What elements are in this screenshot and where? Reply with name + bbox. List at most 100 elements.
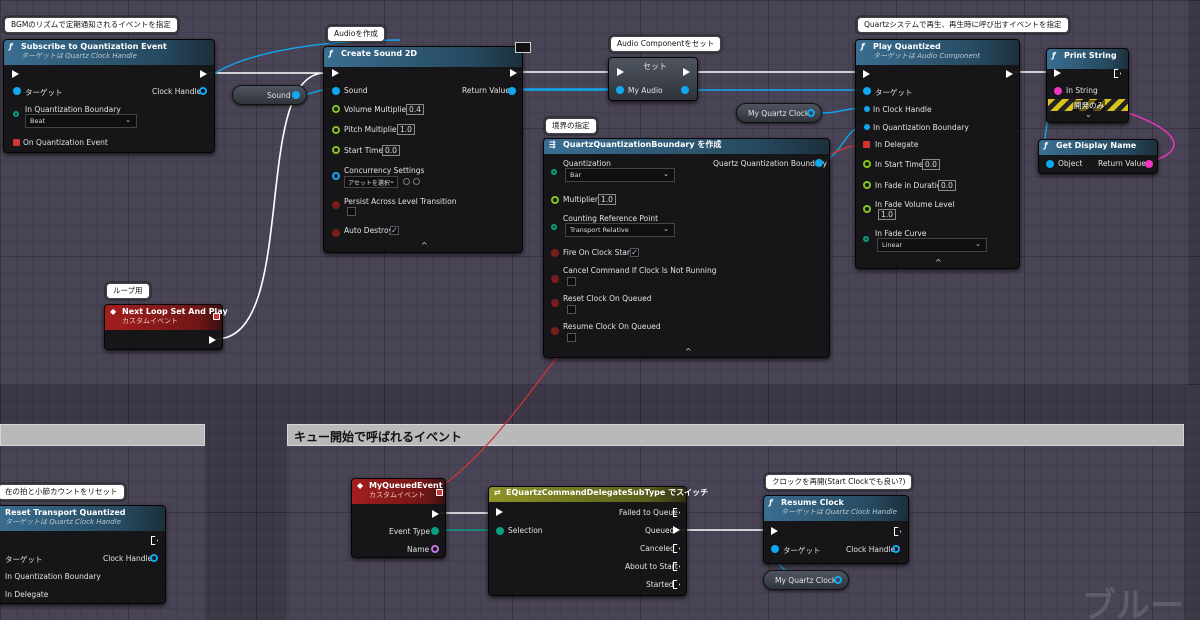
persist-checkbox[interactable] [347,207,356,216]
exec-out-pin[interactable] [683,68,690,76]
fade-duration-pin[interactable] [863,181,871,189]
fade-volume-pin[interactable] [863,205,871,213]
exec-in-pin[interactable] [863,70,870,78]
exec-in-pin[interactable] [12,70,19,78]
concurrency-pin[interactable] [332,172,340,180]
comment-bubble-subscribe[interactable]: BGMのリズムで定期通知されるイベントを指定 [4,17,178,33]
delegate-in-pin[interactable] [863,141,870,148]
object-pin[interactable] [1046,160,1054,168]
exec-out-pin[interactable] [1114,69,1121,78]
fire-on-start-pin[interactable] [551,249,559,257]
boundary-combo[interactable]: Beat ⌄ [25,114,137,128]
variable-my-quartz-clock[interactable]: My Quartz Clock [763,570,849,590]
selection-pin[interactable] [496,527,504,535]
exec-out-pin[interactable] [432,510,439,518]
fade-curve-combo[interactable]: Linear ⌄ [877,238,987,252]
pitch-value[interactable]: 1.0 [397,124,415,135]
collapse-caret-icon[interactable]: ^ [935,258,942,267]
comment-bubble-resume[interactable]: クロックを再開(Start Clockでも良い?) [765,474,913,490]
start-time-pin[interactable] [863,160,871,168]
reset-on-queued-pin[interactable] [551,299,559,307]
event-type-pin[interactable] [431,527,439,535]
name-pin[interactable] [431,545,439,553]
target-pin[interactable] [13,87,21,95]
comment-bubble-audio-set[interactable]: Audio Componentをセット [610,36,722,52]
node-next-loop-event[interactable]: ◆ Next Loop Set And Play カスタムイベント [104,304,228,350]
boundary-pin[interactable] [13,111,19,117]
clock-handle-out-pin[interactable] [892,545,900,553]
target-pin[interactable] [863,87,871,95]
start-time-pin[interactable] [332,146,340,154]
resume-on-queued-pin[interactable] [551,327,559,335]
delegate-out-pin[interactable] [436,489,443,496]
in-string-pin[interactable] [1054,87,1062,95]
boundary-out-pin[interactable] [815,159,823,167]
resume-on-queued-checkbox[interactable] [567,333,576,342]
comment-bubble-reset[interactable]: 在の拍と小節カウントをリセット [0,484,125,500]
about-to-start-exec-pin[interactable] [673,562,680,571]
exec-in-pin[interactable] [496,508,503,516]
my-audio-out-pin[interactable] [681,86,689,94]
node-reset-transport[interactable]: Reset Transport Quantized ターゲットは Quartz … [0,505,166,604]
return-value-pin[interactable] [1145,160,1153,168]
auto-destroy-checkbox[interactable]: ✓ [390,226,399,235]
clock-handle-pin[interactable] [864,106,870,112]
return-value-pin[interactable] [508,87,516,95]
exec-in-pin[interactable] [771,527,778,535]
volume-value[interactable]: 0.4 [406,104,424,115]
delegate-out-pin[interactable] [13,139,20,146]
comment-bubble-audio-create[interactable]: Audioを作成 [327,26,385,42]
expand-chevron-icon[interactable]: ⌄ [1085,110,1092,119]
multiplier-pin[interactable] [551,196,559,204]
node-resume-clock[interactable]: ƒ Resume Clock ターゲットは Quartz Clock Handl… [763,495,909,564]
concurrency-asset-picker[interactable]: アセットを選択 ⌄ [344,176,398,188]
my-audio-in-pin[interactable] [616,86,624,94]
canceled-exec-pin[interactable] [673,544,680,553]
comment-bubble-quartz-play[interactable]: Quartzシステムで再生、再生時に呼び出すイベントを指定 [857,17,1069,33]
clock-out-pin[interactable] [834,576,842,584]
search-icon[interactable] [413,178,420,185]
delegate-out-pin[interactable] [213,313,220,320]
persist-pin[interactable] [332,201,340,209]
collapse-caret-icon[interactable]: ^ [685,347,692,356]
queued-exec-pin[interactable] [673,526,680,534]
comment-bubble-boundary[interactable]: 境界の指定 [545,118,597,134]
auto-destroy-pin[interactable] [332,229,340,237]
pitch-pin[interactable] [332,126,340,134]
failed-exec-pin[interactable] [673,508,680,517]
variable-my-quartz-clock[interactable]: My Quartz Clock [736,103,822,123]
volume-pin[interactable] [332,105,340,113]
fire-on-start-checkbox[interactable]: ✓ [630,248,639,257]
exec-out-pin[interactable] [151,536,158,545]
exec-out-pin[interactable] [200,70,207,78]
node-my-queued-event[interactable]: ◆ MyQueuedEvent カスタムイベント Event Type Name [351,478,446,558]
cancel-if-not-running-pin[interactable] [551,275,559,283]
start-time-value[interactable]: 0.0 [382,145,400,156]
clock-out-pin[interactable] [807,109,815,117]
boundary-pin[interactable] [864,124,870,130]
node-set-my-audio[interactable]: セット My Audio [608,57,698,101]
comment-bubble-loop[interactable]: ループ用 [106,283,150,299]
node-play-quantized[interactable]: ƒ Play Quantized ターゲットは Audio Component … [855,39,1020,269]
counting-combo[interactable]: Transport Relative ⌄ [565,223,675,237]
exec-out-pin[interactable] [510,69,517,77]
quantization-pin[interactable] [551,169,557,175]
exec-in-pin[interactable] [617,68,624,76]
variable-sound[interactable]: Sound [232,85,307,105]
fade-curve-pin[interactable] [863,236,869,242]
clock-handle-out-pin[interactable] [150,554,158,562]
exec-out-pin[interactable] [894,527,901,536]
fade-volume-value[interactable]: 1.0 [878,209,896,220]
counting-pin[interactable] [551,224,557,230]
browse-icon[interactable] [403,178,410,185]
node-create-sound-2d[interactable]: ƒ Create Sound 2D Sound Return Value Vol… [323,46,523,253]
reset-on-queued-checkbox[interactable] [567,305,576,314]
node-make-quantization-boundary[interactable]: ⇶ QuartzQuantizationBoundary を作成 Quartz … [543,138,830,358]
exec-in-pin[interactable] [1054,69,1061,77]
sound-out-pin[interactable] [292,91,300,99]
quantization-combo[interactable]: Bar ⌄ [565,168,675,182]
exec-in-pin[interactable] [332,69,339,77]
start-time-value[interactable]: 0.0 [922,159,940,170]
exec-out-pin[interactable] [209,336,216,344]
node-get-display-name[interactable]: ƒ Get Display Name Object Return Value [1038,139,1158,174]
